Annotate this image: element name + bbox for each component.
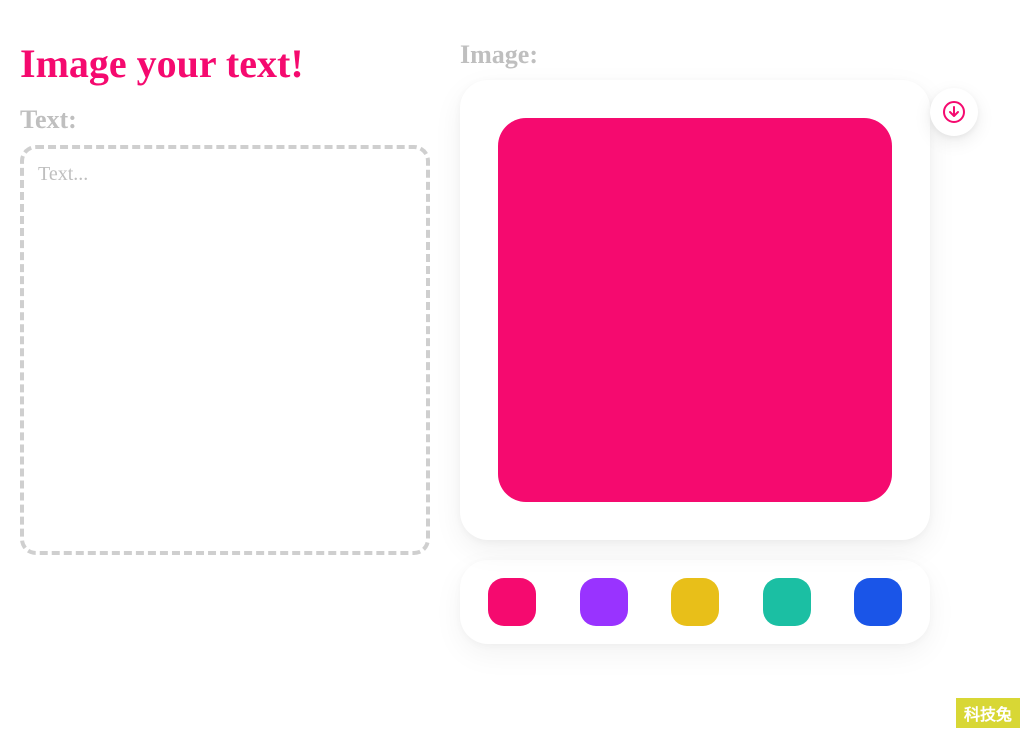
color-swatch-3[interactable] (671, 578, 719, 626)
color-swatch-4[interactable] (763, 578, 811, 626)
download-icon (942, 100, 966, 124)
color-swatch-2[interactable] (580, 578, 628, 626)
download-button[interactable] (930, 88, 978, 136)
color-swatch-5[interactable] (854, 578, 902, 626)
text-input[interactable] (20, 145, 430, 555)
text-section-label: Text: (20, 105, 430, 135)
color-swatch-1[interactable] (488, 578, 536, 626)
image-section-label: Image: (460, 40, 1004, 70)
color-palette (460, 560, 930, 644)
image-preview (498, 118, 892, 502)
page-title: Image your text! (20, 40, 430, 87)
watermark-badge: 科技兔 (956, 698, 1020, 728)
image-preview-card (460, 80, 930, 540)
